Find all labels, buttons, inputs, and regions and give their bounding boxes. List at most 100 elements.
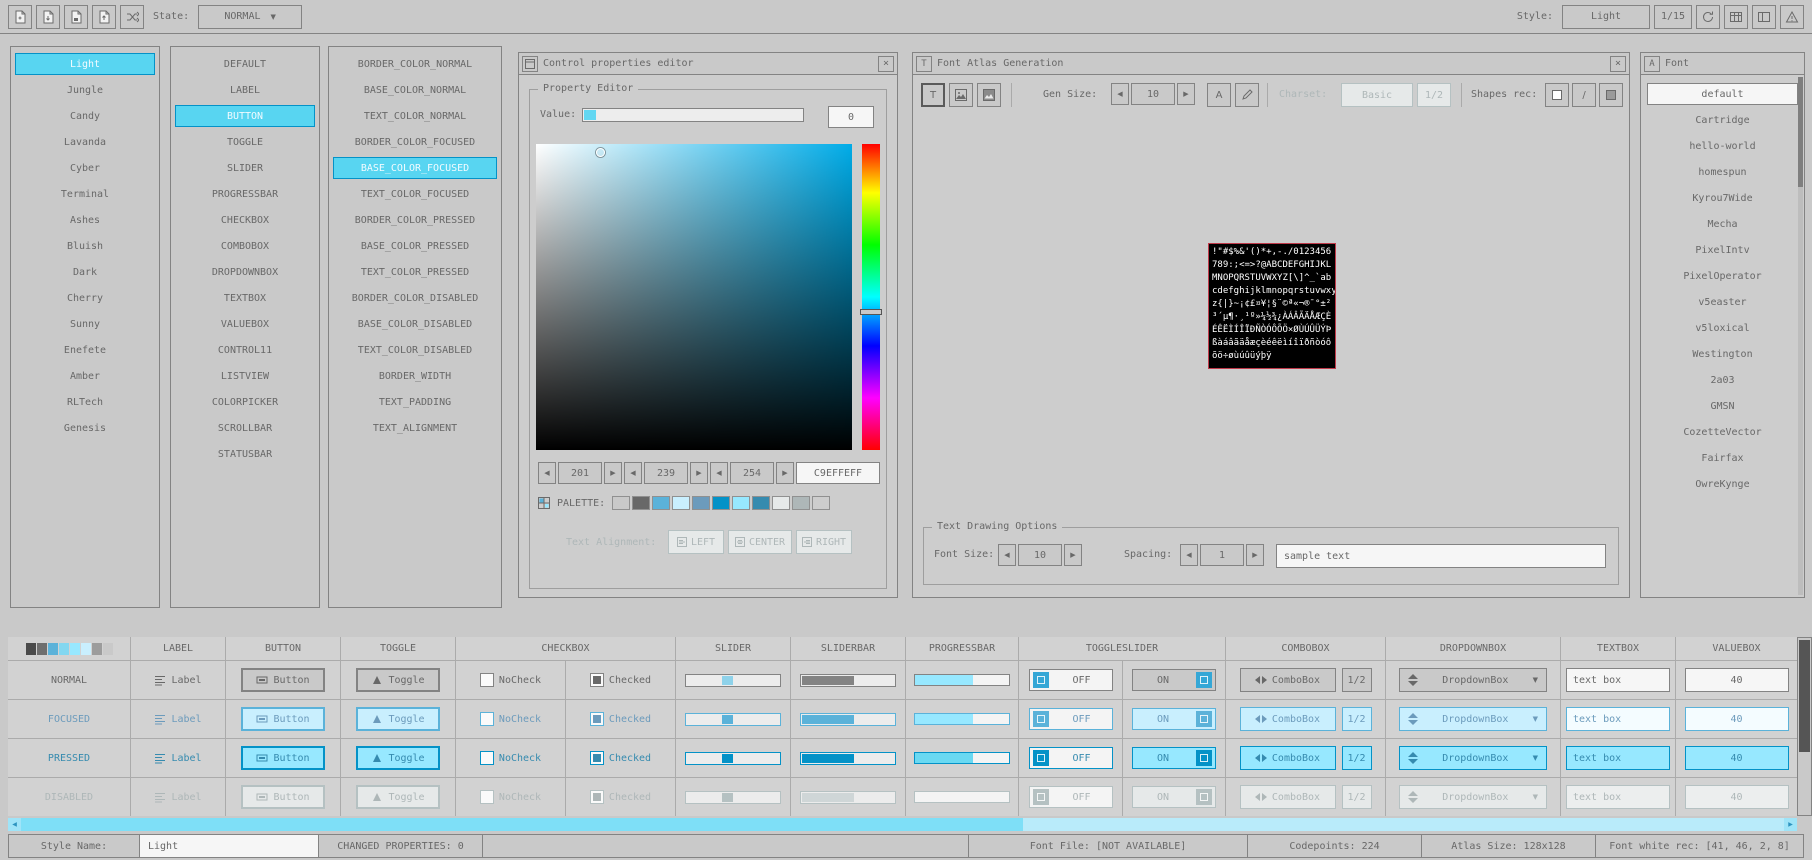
preview-checkbox-unchecked[interactable]: NoCheck [480,673,541,687]
color-picker-cursor[interactable] [596,148,605,157]
property-list-item[interactable]: BASE_COLOR_NORMAL [333,79,497,101]
gen-size-value[interactable]: 10 [1131,83,1175,105]
preview-checkbox-checked[interactable]: Checked [590,673,651,687]
spinner-right-icon[interactable]: ▶ [604,462,622,484]
hue-bar-handle[interactable] [860,309,882,315]
style-list-item[interactable]: Lavanda [15,131,155,153]
style-list-item[interactable]: Ashes [15,209,155,231]
text-mode-button[interactable]: T [921,83,945,107]
hue-bar[interactable] [862,144,880,450]
style-name-input[interactable]: Light [139,834,319,858]
vertical-scrollbar-thumb[interactable] [1799,640,1810,752]
preview-checkbox-checked[interactable]: Checked [590,751,651,765]
preview-combobox[interactable]: ComboBox [1240,668,1336,692]
property-list-item[interactable]: TEXT_COLOR_PRESSED [333,261,497,283]
preview-sliderbar[interactable] [800,752,896,765]
style-list-item[interactable]: Amber [15,365,155,387]
slider-knob[interactable] [722,715,733,724]
style-list-item[interactable]: RLTech [15,391,155,413]
preview-dropdownbox[interactable]: DropdownBox▼ [1399,707,1547,731]
palette-swatch[interactable] [652,496,670,510]
font-list-scrollbar[interactable] [1798,77,1803,595]
preview-dropdownbox[interactable]: DropdownBox▼ [1399,746,1547,770]
font-list-item[interactable]: OwreKynge [1647,473,1798,495]
palette-swatch[interactable] [692,496,710,510]
preview-button[interactable]: Button [241,746,325,770]
palette-swatch[interactable] [712,496,730,510]
preview-toggle[interactable]: Toggle [356,707,440,731]
preview-dropdownbox[interactable]: DropdownBox▼ [1399,785,1547,809]
align-right-button[interactable]: RIGHT [796,530,852,554]
panel-layout-button[interactable] [1752,5,1776,29]
preview-toggleslider-on[interactable]: ON [1132,669,1216,691]
atlas-image-button[interactable] [949,83,973,107]
preview-button[interactable]: Button [241,668,325,692]
preview-toggleslider-on[interactable]: ON [1132,747,1216,769]
property-list-item[interactable]: BASE_COLOR_FOCUSED [333,157,497,179]
property-list-item[interactable]: BASE_COLOR_PRESSED [333,235,497,257]
shapes-rec-fill-button[interactable] [1599,83,1623,107]
font-list-item[interactable]: homespun [1647,161,1798,183]
preview-checkbox-checked[interactable]: Checked [590,712,651,726]
toggleslider-knob[interactable] [1033,711,1049,727]
control-list-item[interactable]: DEFAULT [175,53,315,75]
property-list-item[interactable]: BASE_COLOR_DISABLED [333,313,497,335]
preview-toggleslider-on[interactable]: ON [1132,708,1216,730]
green-value[interactable]: 239 [644,462,688,484]
slider-knob[interactable] [722,676,733,685]
control-list-item[interactable]: TOGGLE [175,131,315,153]
preview-combobox[interactable]: ComboBox [1240,785,1336,809]
style-list-item[interactable]: Cyber [15,157,155,179]
font-panel-titlebar[interactable]: A Font [1641,53,1804,75]
property-list-item[interactable]: BORDER_WIDTH [333,365,497,387]
about-button[interactable] [1780,5,1804,29]
font-list-item[interactable]: v5loxical [1647,317,1798,339]
state-dropdown[interactable]: NORMAL ▼ [198,5,302,29]
combobox-index[interactable]: 1/2 [1342,746,1372,770]
font-list-item[interactable]: hello-world [1647,135,1798,157]
preview-slider[interactable] [685,713,781,726]
preview-checkbox-unchecked[interactable]: NoCheck [480,751,541,765]
style-list-item[interactable]: Bluish [15,235,155,257]
preview-checkbox-unchecked[interactable]: NoCheck [480,712,541,726]
palette-swatch[interactable] [612,496,630,510]
load-style-button[interactable] [36,5,60,29]
charset-index-box[interactable]: 1/2 [1417,83,1451,107]
control-list-item[interactable]: LISTVIEW [175,365,315,387]
style-list-item[interactable]: Light [15,53,155,75]
control-list-item[interactable]: BUTTON [175,105,315,127]
style-list-item[interactable]: Cherry [15,287,155,309]
control-list-item[interactable]: STATUSBAR [175,443,315,465]
preview-sliderbar[interactable] [800,791,896,804]
color-picker-panel[interactable] [536,144,852,450]
random-style-button[interactable] [120,5,144,29]
close-icon[interactable]: × [878,56,894,72]
control-list-item[interactable]: TEXTBOX [175,287,315,309]
spinner-right-icon[interactable]: ▶ [1177,83,1195,105]
save-style-button[interactable] [64,5,88,29]
preview-toggleslider-off[interactable]: OFF [1029,669,1113,691]
font-size-value[interactable]: 10 [1018,544,1062,566]
palette-swatch[interactable] [772,496,790,510]
font-list-item[interactable]: GMSN [1647,395,1798,417]
control-list-item[interactable]: CHECKBOX [175,209,315,231]
preview-checkbox-unchecked[interactable]: NoCheck [480,790,541,804]
style-list-item[interactable]: Candy [15,105,155,127]
preview-button[interactable]: Button [241,785,325,809]
font-list-item[interactable]: Cartridge [1647,109,1798,131]
property-list-item[interactable]: TEXT_COLOR_DISABLED [333,339,497,361]
style-list-item[interactable]: Dark [15,261,155,283]
preview-textbox[interactable]: text box [1566,746,1670,770]
hex-color-textbox[interactable]: C9EFFEFF [796,462,880,484]
property-list-item[interactable]: BORDER_COLOR_NORMAL [333,53,497,75]
preview-valuebox[interactable]: 40 [1685,707,1789,731]
control-list-item[interactable]: SLIDER [175,157,315,179]
control-list-item[interactable]: VALUEBOX [175,313,315,335]
font-list-item[interactable]: Fairfax [1647,447,1798,469]
toggleslider-knob[interactable] [1196,672,1212,688]
scroll-left-icon[interactable]: ◀ [8,818,21,831]
style-list-item[interactable]: Sunny [15,313,155,335]
properties-window-titlebar[interactable]: Control properties editor × [519,53,897,75]
palette-swatch[interactable] [732,496,750,510]
control-list-item[interactable]: PROGRESSBAR [175,183,315,205]
